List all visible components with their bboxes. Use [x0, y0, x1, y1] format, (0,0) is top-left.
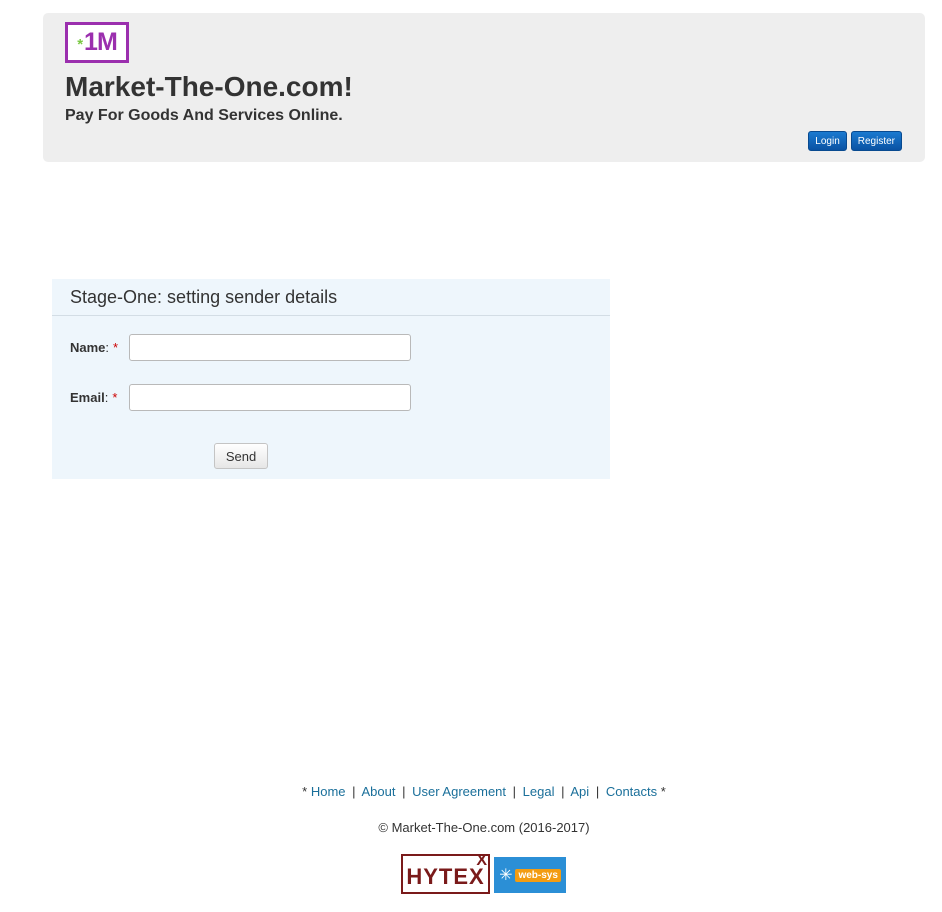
name-label-text: Name: [70, 340, 106, 355]
name-label: Name: *: [70, 340, 118, 355]
footer-separator: |: [595, 784, 600, 799]
register-button[interactable]: Register: [850, 131, 902, 151]
email-input[interactable]: [129, 384, 411, 411]
email-label-colon: :: [104, 390, 109, 405]
site-title: Market-The-One.com!: [65, 71, 353, 102]
footer-link-about[interactable]: About: [361, 784, 395, 799]
site-logo[interactable]: * 1M: [65, 22, 129, 63]
login-button[interactable]: Login: [808, 131, 847, 151]
footer-link-api[interactable]: Api: [570, 784, 589, 799]
footer-link-legal[interactable]: Legal: [523, 784, 555, 799]
footer-bullet-right: *: [660, 784, 666, 799]
footer-separator: |: [352, 784, 356, 799]
sender-details-form: Stage-One: setting sender details Name: *…: [52, 279, 610, 479]
form-title: Stage-One: setting sender details: [70, 287, 338, 307]
email-label: Email: *: [70, 390, 117, 405]
footer-link-contacts[interactable]: Contacts: [606, 784, 657, 799]
form-divider: [52, 315, 610, 316]
name-label-colon: :: [105, 340, 110, 355]
snowflake-icon: ✳: [499, 867, 513, 884]
copyright-text: © Market-The-One.com (2016-2017): [378, 820, 590, 835]
footer-link-user-agreement[interactable]: User Agreement: [412, 784, 506, 799]
hytex-badge-text: HYTEX: [406, 864, 485, 889]
auth-buttons: Login Register: [808, 131, 902, 151]
logo-star-icon: *: [77, 36, 84, 53]
hytex-badge[interactable]: HYTEX X: [401, 852, 490, 894]
footer-separator: |: [402, 784, 406, 799]
footer-link-home[interactable]: Home: [311, 784, 346, 799]
name-input[interactable]: [129, 334, 411, 361]
site-header: * 1M Market-The-One.com! Pay For Goods A…: [43, 13, 925, 162]
footer-separator: |: [512, 784, 517, 799]
footer-nav: * Home | About | User Agreement | Legal …: [0, 784, 942, 799]
email-label-text: Email: [70, 390, 105, 405]
footer-bullet-left: *: [302, 784, 308, 799]
name-required-marker: *: [113, 340, 119, 355]
send-button[interactable]: Send: [214, 443, 268, 469]
hytex-badge-sup: X: [476, 852, 487, 869]
websys-badge-text: web-sys: [515, 868, 561, 882]
site-tagline: Pay For Goods And Services Online.: [65, 107, 343, 124]
footer-separator: |: [561, 784, 565, 799]
logo-mark: 1M: [84, 28, 118, 56]
email-required-marker: *: [112, 390, 118, 405]
websys-badge[interactable]: ✳ web-sys: [494, 857, 566, 893]
